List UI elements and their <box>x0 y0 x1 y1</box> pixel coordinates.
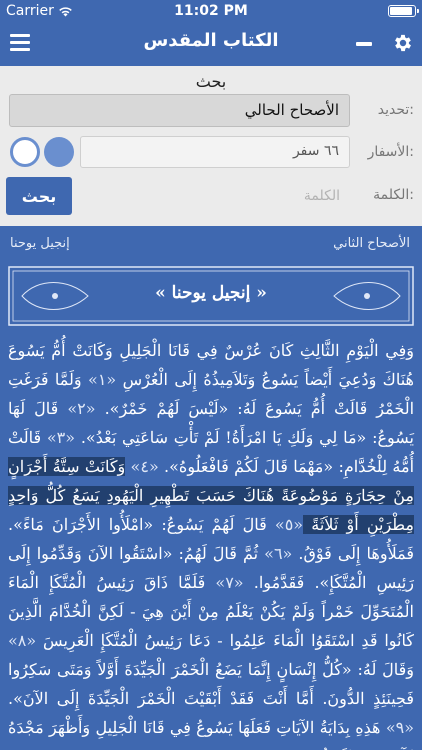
nav-bar: الكتاب المقدس <box>0 22 422 66</box>
verse-number: «١» <box>81 370 117 389</box>
reading-pane[interactable]: الأصحاح الثاني إنجيل يوحنا « إنجيل يوحنا… <box>0 226 422 750</box>
battery-level-fill <box>390 7 412 15</box>
verse-text[interactable]: وَفِي الْيَوْمِ الثَّالِثِ كَانَ عُرْسٌ … <box>8 336 414 750</box>
scope-selector[interactable]: الأصحاح الحالي <box>9 94 350 127</box>
battery-icon <box>388 5 419 17</box>
verse-number: «٤» <box>125 457 159 476</box>
book-label: إنجيل يوحنا <box>10 236 70 251</box>
book-title: « إنجيل يوحنا » <box>155 283 267 303</box>
clock: 11:02 PM <box>174 3 248 19</box>
verse-number: «٣» <box>41 428 76 447</box>
minus-icon[interactable] <box>356 42 372 46</box>
verse[interactable]: وَدُعِيَ أَيْضاً يَسُوعُ وَتَلاَمِيذُهُ … <box>116 370 377 389</box>
radio-option-filled[interactable] <box>44 137 74 167</box>
verse-number: «٨» <box>8 631 37 650</box>
books-selector[interactable]: ٦٦ سفر <box>80 136 350 168</box>
search-panel-title: بحث <box>195 72 227 91</box>
scope-label: تحديد: <box>377 102 414 118</box>
verse[interactable]: وَقَالَ لَهُ: «كُلُّ إِنْسَانٍ إِنَّمَا … <box>8 660 414 708</box>
verse-number: «٢» <box>58 399 96 418</box>
search-input[interactable] <box>80 180 350 212</box>
verse-number: «٧» <box>205 573 244 592</box>
books-label: الأسفار: <box>367 144 414 160</box>
hamburger-menu-icon[interactable] <box>10 34 30 52</box>
verse-number: «٦» <box>258 544 293 563</box>
status-bar: Carrier 11:02 PM <box>0 0 422 22</box>
search-panel: بحث تحديد: الأصحاح الحالي الأسفار: ٦٦ سف… <box>0 66 422 226</box>
verse-number: «٥» <box>266 515 304 534</box>
book-title-banner: « إنجيل يوحنا » <box>8 266 414 326</box>
verse[interactable]: هَذِهِ بِدَايَةُ الآيَاتِ فَعَلَهَا يَسُ… <box>8 718 414 750</box>
verse-number: «٩» <box>380 718 415 737</box>
page-title: الكتاب المقدس <box>143 30 279 51</box>
search-button[interactable]: بحث <box>6 177 72 215</box>
chapter-label: الأصحاح الثاني <box>333 236 410 251</box>
word-label: الكلمة: <box>373 187 414 203</box>
gear-icon[interactable] <box>392 32 414 54</box>
radio-option-empty[interactable] <box>10 137 40 167</box>
